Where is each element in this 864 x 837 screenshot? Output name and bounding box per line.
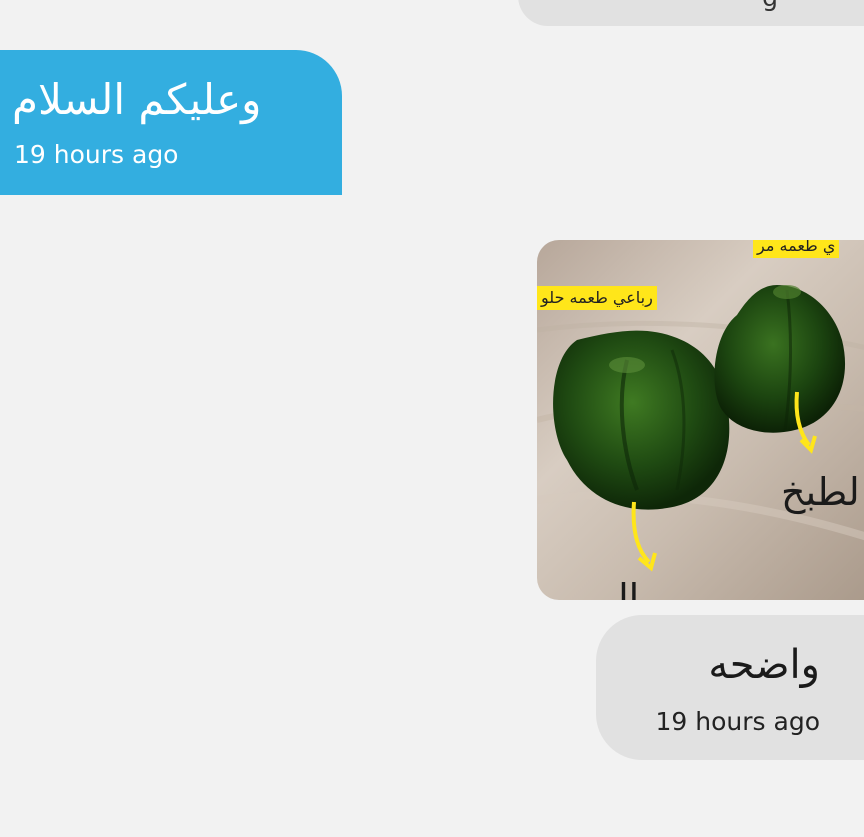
image-label: ال — [601, 576, 640, 600]
message-bubble-received[interactable]: واضحه 19 hours ago — [596, 615, 864, 760]
image-label: لطبخ — [781, 470, 860, 514]
message-time: 19 hours ago — [14, 140, 179, 169]
message-bubble-sent[interactable]: وعليكم السلام 19 hours ago — [0, 50, 342, 195]
message-time: g — [762, 0, 778, 12]
message-image-peppers[interactable]: ي طعمه مر رباعي طعمه حلو لطبخ ال — [537, 240, 864, 600]
message-text: واضحه — [708, 642, 820, 688]
chat-thread: g وعليكم السلام 19 hours ago — [0, 0, 864, 837]
message-bubble-received-partial[interactable]: g — [518, 0, 864, 26]
message-text: وعليكم السلام — [12, 75, 262, 124]
image-caption: ي طعمه مر — [753, 240, 840, 258]
image-caption: رباعي طعمه حلو — [537, 286, 657, 310]
message-time: 19 hours ago — [655, 707, 820, 736]
